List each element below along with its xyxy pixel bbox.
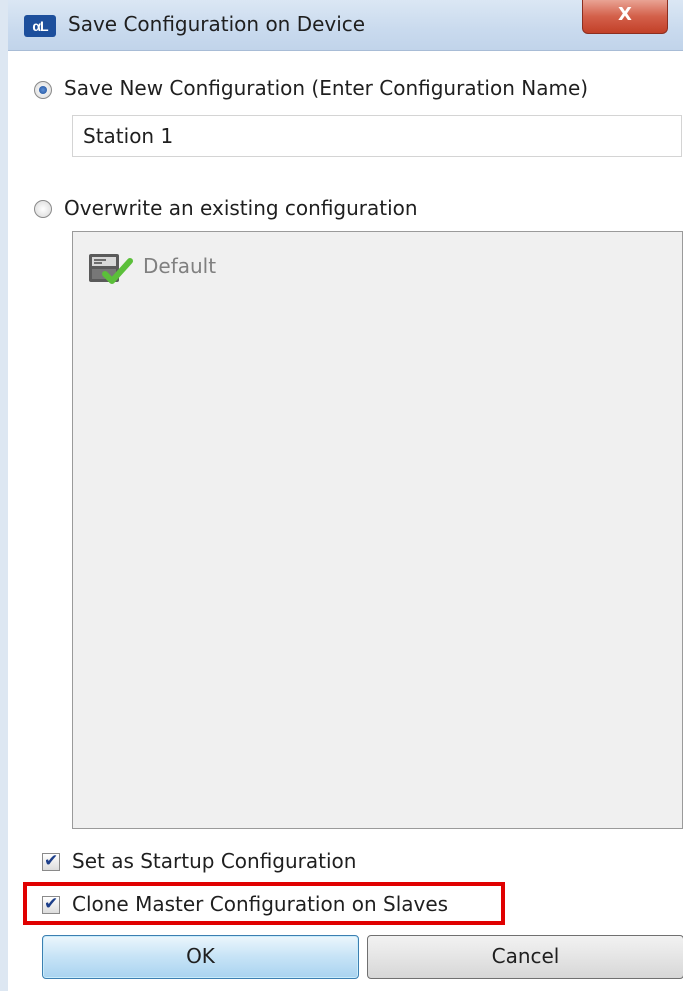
configuration-check-icon — [89, 254, 133, 284]
overwrite-label[interactable]: Overwrite an existing configuration — [64, 196, 418, 220]
window-title: Save Configuration on Device — [68, 12, 366, 36]
checkmark-icon: ✔ — [44, 851, 59, 871]
configuration-name-input[interactable] — [72, 115, 682, 157]
list-item-label: Default — [143, 254, 217, 278]
save-new-label[interactable]: Save New Configuration (Enter Configurat… — [64, 76, 588, 100]
ok-button[interactable]: OK — [42, 935, 359, 979]
title-bar[interactable]: αL Save Configuration on Device X — [8, 0, 683, 51]
cancel-button[interactable]: Cancel — [367, 935, 683, 979]
close-button[interactable]: X — [582, 0, 668, 34]
highlight-annotation — [23, 882, 505, 925]
existing-configurations-list[interactable]: Default — [72, 231, 683, 829]
app-logo-icon: αL — [24, 15, 56, 37]
save-new-radio[interactable] — [34, 81, 52, 99]
startup-label[interactable]: Set as Startup Configuration — [72, 849, 356, 873]
overwrite-radio[interactable] — [34, 200, 52, 218]
save-configuration-dialog: αL Save Configuration on Device X Save N… — [0, 0, 683, 991]
startup-checkbox[interactable]: ✔ — [42, 851, 60, 871]
